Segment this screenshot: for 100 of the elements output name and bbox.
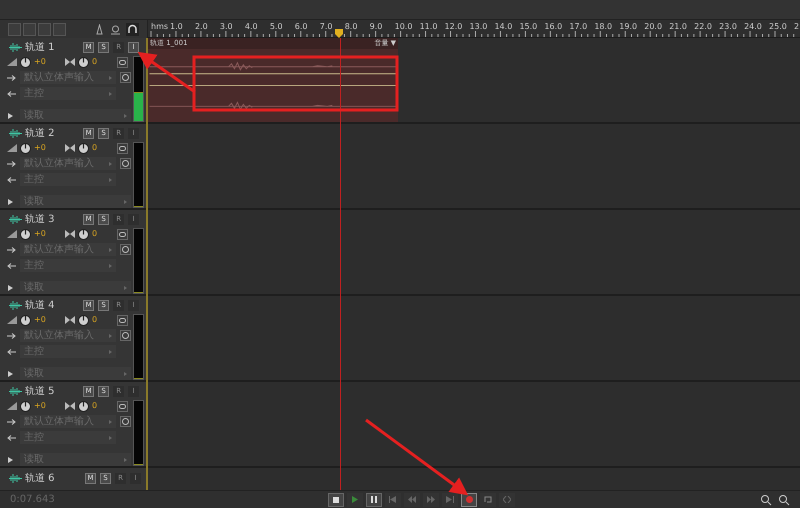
stereo-icon [119, 60, 126, 65]
ruler-label: 10.0 [394, 23, 412, 31]
ruler-label: 25.0 [769, 23, 787, 31]
record-arm-button[interactable] [120, 244, 132, 255]
ruler-label: 17.0 [569, 23, 588, 31]
pan-value[interactable]: 0 [92, 402, 114, 410]
pan-value[interactable]: 0 [92, 316, 114, 324]
stereo-icon [119, 404, 126, 409]
volume-ramp-icon [7, 144, 17, 152]
knob-icon[interactable] [78, 228, 89, 240]
ruler-label: 2.0 [194, 23, 208, 31]
pause-button[interactable] [366, 492, 382, 506]
volume-value[interactable]: +0 [34, 316, 62, 324]
ruler-label: 15.0 [519, 23, 538, 31]
ruler-label: 6.0 [294, 23, 308, 31]
volume-value[interactable]: +0 [34, 58, 62, 66]
metronome-icon[interactable] [94, 24, 105, 34]
ruler-label: 2 [794, 23, 800, 31]
volume-ramp-icon [7, 230, 17, 238]
stereo-icon [119, 146, 126, 151]
knob-icon[interactable] [78, 314, 89, 326]
knob-icon[interactable] [20, 314, 31, 326]
zoom-out-icon[interactable] [778, 494, 790, 506]
waveform-icon [9, 215, 22, 224]
left-arrow-icon [7, 262, 16, 268]
caret-icon [109, 162, 112, 166]
knob-icon[interactable] [78, 142, 89, 154]
pan-icon [65, 316, 75, 324]
record-arm-button[interactable] [120, 158, 132, 169]
ruler-label: 23.0 [719, 23, 737, 31]
stereo-icon [119, 318, 126, 323]
knob-icon[interactable] [78, 56, 89, 68]
waveform-icon [9, 301, 22, 310]
volume-value[interactable]: +0 [34, 230, 62, 238]
track-name: 轨道 5 [25, 386, 55, 397]
record-arm-button[interactable] [120, 72, 132, 83]
stop-icon [333, 496, 339, 502]
ruler-label: 13.0 [470, 23, 488, 31]
volume-value[interactable]: +0 [34, 402, 62, 410]
zoom-in-icon[interactable] [760, 494, 772, 506]
stereo-icon [119, 232, 126, 237]
caret-icon [109, 178, 112, 182]
pin-icon[interactable] [110, 24, 121, 34]
waveform-icon [9, 129, 22, 138]
skip-forward-icon [446, 496, 454, 503]
rewind-icon [408, 496, 416, 503]
stereo-button[interactable] [117, 142, 128, 154]
knob-icon[interactable] [20, 142, 31, 154]
pause-icon [370, 496, 378, 503]
knob-icon[interactable] [20, 228, 31, 240]
fast-forward-icon [427, 496, 435, 503]
right-arrow-icon [7, 418, 16, 424]
right-arrow-icon [7, 74, 16, 80]
caret-icon [124, 114, 128, 118]
record-arm-button[interactable] [120, 416, 132, 427]
pan-value[interactable]: 0 [92, 230, 114, 238]
volume-value[interactable]: +0 [34, 144, 62, 152]
ruler-label: 8.0 [344, 23, 358, 31]
pan-icon [65, 230, 75, 238]
record-icon [466, 496, 472, 503]
waveform-icon [9, 43, 22, 52]
pan-value[interactable]: 0 [92, 144, 114, 152]
ruler-label: 14.0 [494, 23, 512, 31]
ruler-label: 24.0 [744, 23, 762, 31]
knob-icon[interactable] [78, 400, 89, 412]
track-name: 轨道 6 [25, 474, 55, 484]
caret-icon [109, 436, 112, 440]
left-arrow-icon [7, 348, 16, 354]
stop-button[interactable] [328, 492, 344, 506]
pan-icon [65, 58, 75, 66]
play-icon [351, 496, 359, 503]
double-arrow-icon [503, 496, 511, 503]
stereo-button[interactable] [117, 400, 128, 412]
caret-icon [109, 420, 112, 424]
stereo-button[interactable] [117, 56, 128, 68]
left-arrow-icon [7, 90, 16, 96]
ruler-label: 4.0 [244, 23, 258, 31]
ruler-label: 11.0 [420, 23, 438, 31]
record-button[interactable] [461, 492, 477, 506]
ruler-label: 18.0 [594, 23, 612, 31]
right-arrow-icon [7, 160, 16, 166]
track-name: 轨道 3 [25, 214, 55, 225]
ruler-label: 12.0 [444, 23, 462, 31]
knob-icon[interactable] [20, 56, 31, 68]
ruler-label: 19.0 [619, 23, 638, 31]
pan-icon [65, 402, 75, 410]
time-ruler[interactable]: hms 1.0 2.0 3.0 4.0 5.0 6.0 7.0 8.0 9.0 10.0 11.0 12.0 13.0 14.0 15.0 16.0 17.0 18.0 19.0 20.0 21.0 22.0 23.0 24.0 25.0 2 [148, 20, 800, 38]
record-arm-button[interactable] [120, 330, 132, 341]
skip-back-icon [389, 496, 397, 503]
pan-value[interactable]: 0 [92, 58, 114, 66]
stereo-button[interactable] [117, 228, 128, 240]
loop-button[interactable] [480, 492, 496, 506]
headphones-icon[interactable] [126, 22, 139, 36]
knob-icon[interactable] [20, 400, 31, 412]
ruler-label: 20.0 [644, 23, 662, 31]
ruler-label: 16.0 [544, 23, 562, 31]
stereo-button[interactable] [117, 314, 128, 326]
playhead-marker-icon[interactable] [335, 29, 343, 38]
pan-icon [65, 144, 75, 152]
ruler-label: 21.0 [669, 23, 687, 31]
